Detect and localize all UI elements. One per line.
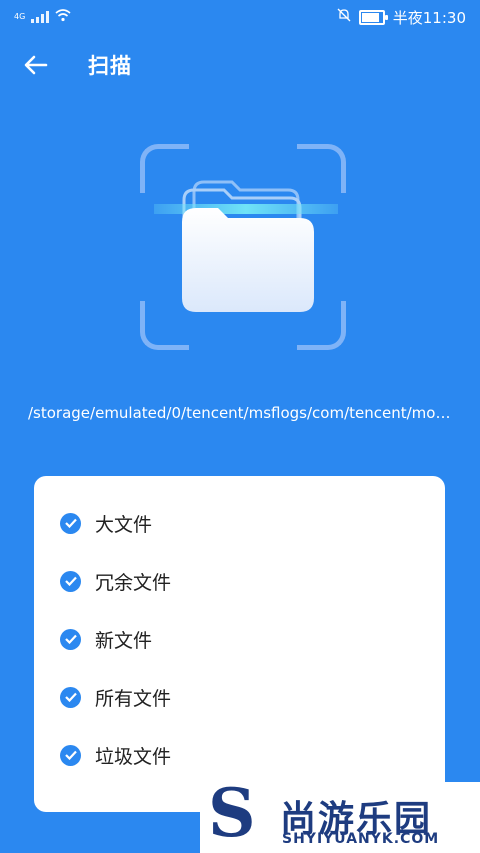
status-left: 4G: [14, 8, 71, 26]
check-icon[interactable]: [60, 512, 81, 534]
scan-illustration: [140, 144, 346, 350]
watermark: S 尚游乐园 SHYIYUANYK.COM: [200, 774, 480, 853]
file-type-card: 大文件 冗余文件 新文件 所有文件 垃圾文件: [34, 476, 445, 812]
back-arrow-icon: [24, 55, 48, 75]
status-bar: 4G 半夜11:30: [0, 0, 480, 34]
page-title: 扫描: [88, 54, 132, 78]
app-header: 扫描: [0, 42, 480, 88]
status-time: 半夜11:30: [392, 8, 466, 27]
battery-icon: [358, 9, 388, 25]
back-button[interactable]: [12, 42, 60, 88]
option-label: 新文件: [95, 629, 153, 652]
option-all-files[interactable]: 所有文件: [60, 682, 171, 712]
scan-path: /storage/emulated/0/tencent/msflogs/com/…: [28, 404, 458, 422]
folder-icon: [154, 180, 338, 312]
watermark-logo: S: [208, 774, 256, 852]
option-new-files[interactable]: 新文件: [60, 624, 152, 654]
check-icon[interactable]: [60, 686, 81, 708]
option-junk-files[interactable]: 垃圾文件: [60, 740, 171, 770]
watermark-url: SHYIYUANYK.COM: [282, 831, 440, 847]
battery-level: [361, 12, 379, 22]
network-type: 4G: [14, 12, 26, 21]
wifi-icon: [55, 8, 71, 26]
option-redundant-files[interactable]: 冗余文件: [60, 566, 171, 596]
status-right: 半夜11:30: [337, 7, 466, 28]
option-large-files[interactable]: 大文件: [60, 508, 152, 538]
signal-icon: [31, 11, 50, 23]
option-label: 垃圾文件: [95, 745, 172, 768]
check-icon[interactable]: [60, 628, 81, 650]
check-icon[interactable]: [60, 570, 81, 592]
option-label: 所有文件: [95, 687, 172, 710]
check-icon[interactable]: [60, 744, 81, 766]
option-label: 大文件: [95, 513, 153, 536]
mute-bell-icon: [337, 8, 351, 26]
option-label: 冗余文件: [95, 571, 172, 594]
